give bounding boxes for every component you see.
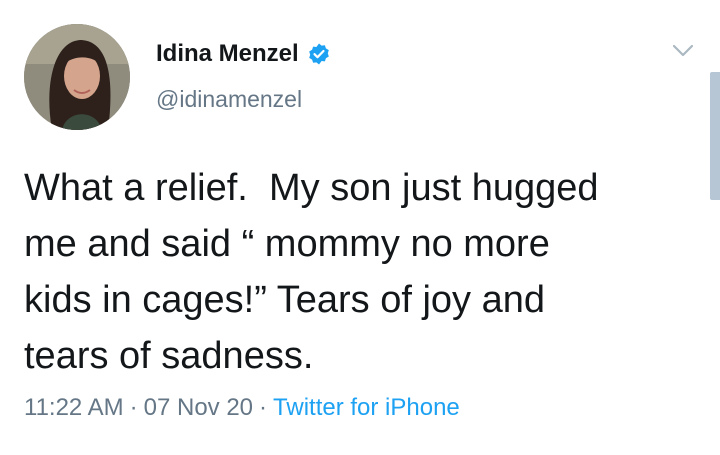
chevron-down-icon[interactable] bbox=[668, 40, 698, 62]
scrollbar[interactable] bbox=[710, 72, 720, 200]
tweet-text: What a relief. My son just hugged me and… bbox=[24, 167, 599, 377]
meta-separator: · bbox=[259, 394, 268, 421]
avatar[interactable] bbox=[24, 24, 130, 130]
tweet-meta: 11:22 AM · 07 Nov 20 · Twitter for iPhon… bbox=[24, 394, 460, 422]
user-handle[interactable]: @idinamenzel bbox=[156, 86, 302, 113]
name-row[interactable]: Idina Menzel bbox=[156, 40, 331, 68]
tweet-source-link[interactable]: Twitter for iPhone bbox=[273, 394, 460, 422]
verified-badge-icon bbox=[307, 42, 331, 66]
tweet-time[interactable]: 11:22 AM bbox=[24, 394, 124, 422]
display-name[interactable]: Idina Menzel bbox=[156, 40, 299, 68]
profile-photo bbox=[24, 24, 130, 130]
tweet-date[interactable]: 07 Nov 20 bbox=[144, 394, 253, 422]
tweet-card: Idina Menzel @idinamenzel What a relief.… bbox=[0, 0, 720, 455]
meta-separator: · bbox=[129, 394, 138, 421]
